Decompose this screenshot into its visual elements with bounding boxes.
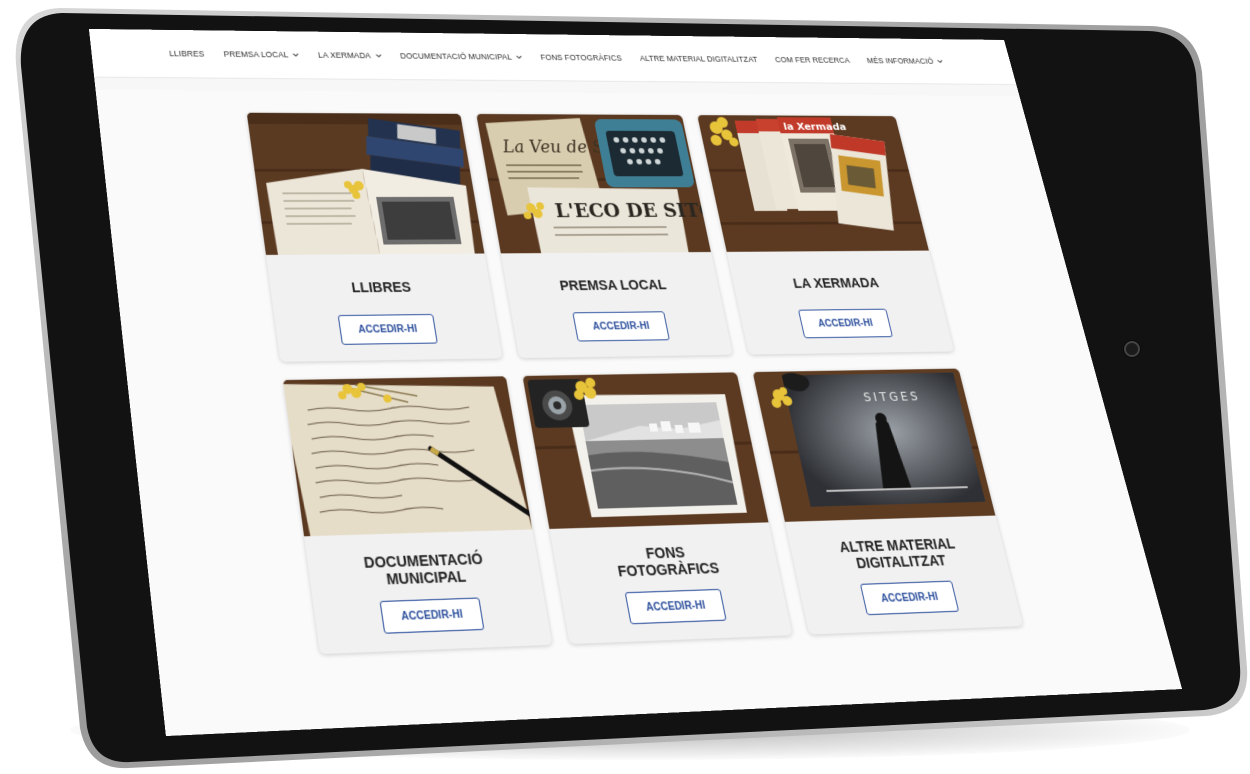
nav-item-altre-material[interactable]: ALTRE MATERIAL DIGITALITZAT bbox=[639, 54, 759, 64]
card-title: PREMSA LOCAL bbox=[558, 276, 668, 294]
accedir-button[interactable]: ACCEDIR-HI bbox=[624, 588, 727, 625]
accedir-button[interactable]: ACCEDIR-HI bbox=[859, 580, 960, 616]
nav-item-mes-informacio[interactable]: MÉS INFORMACIÓ bbox=[866, 56, 944, 65]
collections-grid: LLIBRES ACCEDIR-HI La Veu de Sitges L'EC… bbox=[246, 112, 1024, 655]
nav-label: PREMSA LOCAL bbox=[223, 49, 289, 60]
accedir-button[interactable]: ACCEDIR-HI bbox=[337, 313, 438, 345]
chevron-down-icon bbox=[516, 54, 523, 59]
card-fons-fotografics: FONS FOTOGRÀFICS ACCEDIR-HI bbox=[522, 372, 793, 645]
nav-item-fons-fotografics[interactable]: FONS FOTOGRÀFICS bbox=[540, 53, 623, 63]
accedir-button[interactable]: ACCEDIR-HI bbox=[797, 308, 893, 339]
nav-label: LA XERMADA bbox=[317, 50, 372, 61]
card-title: DOCUMENTACIÓ MUNICIPAL bbox=[362, 550, 484, 588]
svg-text:SITGES: SITGES bbox=[862, 389, 922, 404]
chevron-down-icon bbox=[375, 53, 382, 58]
card-title: LLIBRES bbox=[350, 279, 413, 296]
nav-label: LLIBRES bbox=[168, 48, 205, 59]
svg-text:L'ECO DE SITGES: L'ECO DE SITGES bbox=[553, 200, 711, 222]
nav-item-premsa-local[interactable]: PREMSA LOCAL bbox=[223, 50, 299, 60]
svg-text:la Xermada: la Xermada bbox=[782, 121, 847, 132]
card-documentacio-municipal: DOCUMENTACIÓ MUNICIPAL ACCEDIR-HI bbox=[282, 376, 553, 655]
nav-item-documentacio-municipal[interactable]: DOCUMENTACIÓ MUNICIPAL bbox=[399, 51, 522, 61]
nav-label: ALTRE MATERIAL DIGITALITZAT bbox=[638, 53, 759, 64]
camera-old-photo bbox=[522, 372, 769, 529]
accedir-button[interactable]: ACCEDIR-HI bbox=[379, 597, 485, 634]
nav-label: DOCUMENTACIÓ MUNICIPAL bbox=[399, 51, 513, 62]
festival-poster-photo: SITGES bbox=[752, 368, 996, 522]
nav-item-com-fer-recerca[interactable]: COM FER RECERCA bbox=[774, 55, 850, 64]
top-navigation: LLIBRES PREMSA LOCAL LA XERMADA DOCUMENT… bbox=[89, 29, 1017, 85]
card-title: LA XERMADA bbox=[791, 274, 881, 291]
website-screen: LLIBRES PREMSA LOCAL LA XERMADA DOCUMENT… bbox=[89, 29, 1182, 736]
card-title: FONS FOTOGRÀFICS bbox=[616, 543, 721, 580]
newspapers-typewriter-photo: La Veu de Sitges L'ECO DE SITGES bbox=[476, 113, 711, 254]
card-premsa-local: La Veu de Sitges L'ECO DE SITGES PREMSA … bbox=[476, 113, 733, 359]
chevron-down-icon bbox=[937, 59, 943, 64]
nav-label: FONS FOTOGRÀFICS bbox=[539, 52, 623, 63]
nav-item-llibres[interactable]: LLIBRES bbox=[169, 49, 205, 58]
nav-label: COM FER RECERCA bbox=[774, 55, 851, 65]
card-title: ALTRE MATERIAL DIGITALITZAT bbox=[837, 535, 957, 572]
accedir-button[interactable]: ACCEDIR-HI bbox=[572, 311, 670, 342]
magazines-photo: la Xermada bbox=[697, 115, 929, 252]
nav-item-la-xermada[interactable]: LA XERMADA bbox=[317, 51, 382, 61]
books-photo bbox=[246, 112, 485, 255]
chevron-down-icon bbox=[293, 52, 300, 57]
card-llibres: LLIBRES ACCEDIR-HI bbox=[246, 112, 503, 362]
nav-label: MÉS INFORMACIÓ bbox=[865, 56, 935, 66]
manuscript-pen-photo bbox=[282, 376, 533, 537]
